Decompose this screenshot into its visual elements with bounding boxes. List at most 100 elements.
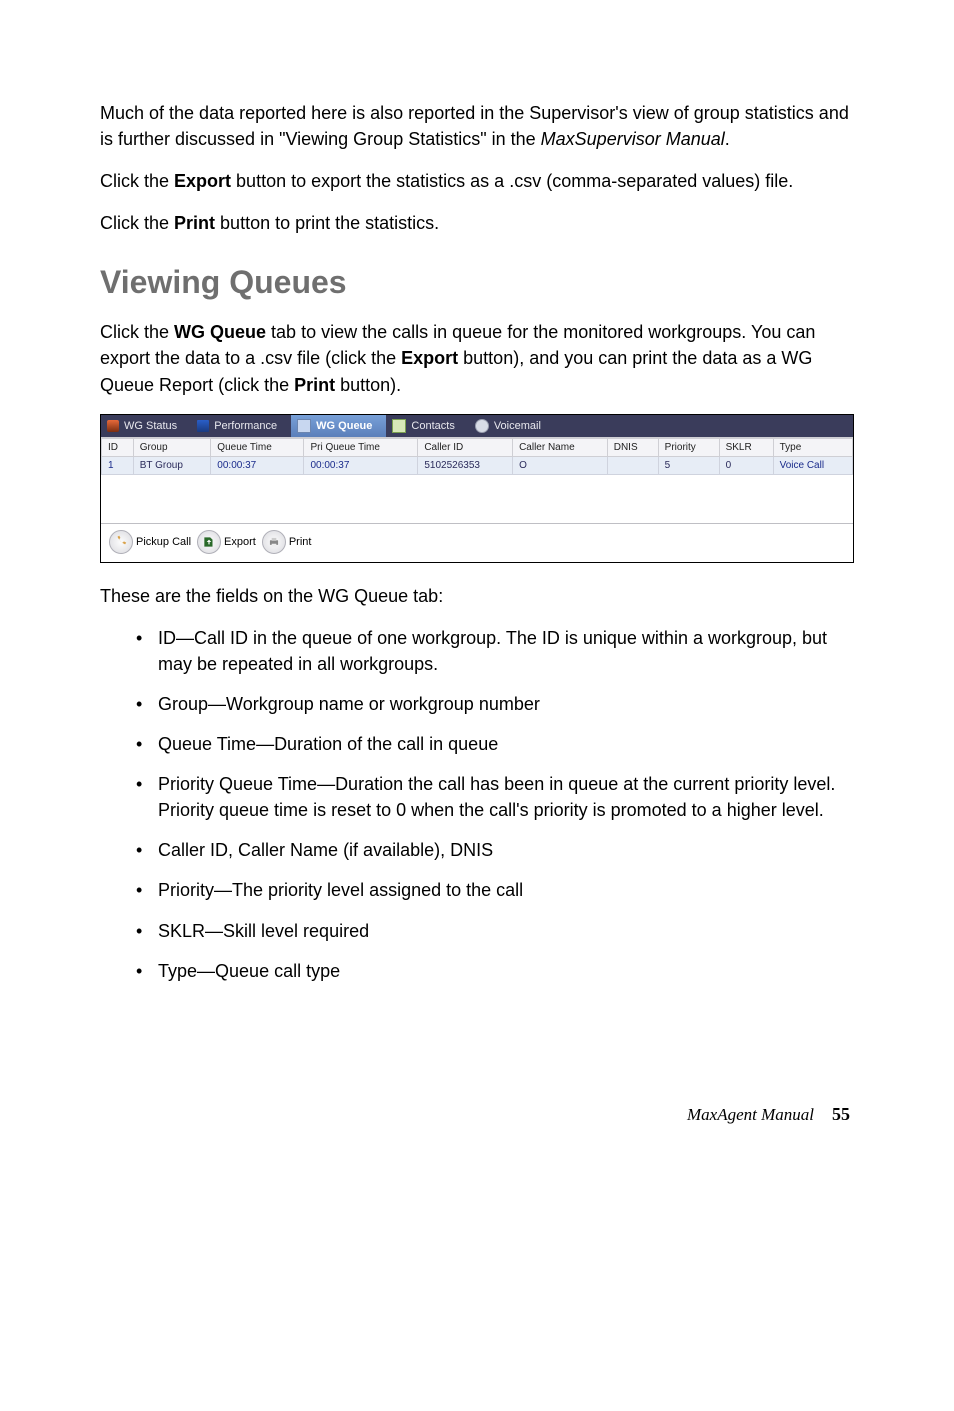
queue-icon	[297, 419, 311, 433]
cell-caller-id: 5102526353	[418, 456, 513, 474]
contacts-icon	[392, 419, 406, 433]
field-desc: —Call ID in the queue of one workgroup. …	[158, 628, 827, 674]
fields-list: ID—Call ID in the queue of one workgroup…	[100, 625, 854, 984]
export-icon	[197, 530, 221, 554]
text: Click the	[100, 171, 174, 191]
field-name: Priority	[158, 880, 214, 900]
field-name: Group	[158, 694, 208, 714]
table-empty-area	[101, 475, 853, 523]
list-item: Priority—The priority level assigned to …	[136, 877, 854, 903]
tab-voicemail[interactable]: Voicemail	[469, 415, 555, 437]
field-name: DNIS	[450, 840, 493, 860]
print-icon	[262, 530, 286, 554]
page-number: 55	[832, 1104, 850, 1125]
tab-wg-queue[interactable]: WG Queue	[291, 415, 386, 437]
queue-table: ID Group Queue Time Pri Queue Time Calle…	[101, 438, 853, 475]
col-type[interactable]: Type	[773, 438, 852, 456]
field-name: Queue Time	[158, 734, 256, 754]
tab-wg-status[interactable]: WG Status	[101, 415, 191, 437]
field-name: SKLR	[158, 921, 205, 941]
export-label: Export	[401, 348, 458, 368]
list-item: Queue Time—Duration of the call in queue	[136, 731, 854, 757]
field-name: Caller Name	[238, 840, 338, 860]
field-desc: —Workgroup name or workgroup number	[208, 694, 540, 714]
cell-pri-queue-time: 00:00:37	[304, 456, 418, 474]
text: Click the	[100, 322, 174, 342]
cell-id: 1	[102, 456, 134, 474]
col-id[interactable]: ID	[102, 438, 134, 456]
book-title: MaxAgent Manual	[687, 1105, 814, 1125]
button-label: Print	[289, 536, 312, 548]
intro-paragraph-3: Click the Print button to print the stat…	[100, 210, 854, 236]
wg-queue-screenshot: WG Status Performance WG Queue Contacts …	[100, 414, 854, 563]
col-pri-queue-time[interactable]: Pri Queue Time	[304, 438, 418, 456]
print-button[interactable]: Print	[262, 530, 312, 554]
tab-label: WG Queue	[316, 420, 372, 432]
wg-queue-label: WG Queue	[174, 322, 266, 342]
cell-caller-name: O	[513, 456, 608, 474]
text: .	[725, 129, 730, 149]
text: button to export the statistics as a .cs…	[231, 171, 793, 191]
col-queue-time[interactable]: Queue Time	[211, 438, 304, 456]
button-label: Pickup Call	[136, 536, 191, 548]
manual-name: MaxSupervisor Manual	[541, 129, 725, 149]
pickup-call-icon	[109, 530, 133, 554]
tab-label: Contacts	[411, 420, 454, 432]
cell-queue-time: 00:00:37	[211, 456, 304, 474]
col-caller-id[interactable]: Caller ID	[418, 438, 513, 456]
pickup-call-button[interactable]: Pickup Call	[109, 530, 191, 554]
tab-performance[interactable]: Performance	[191, 415, 291, 437]
toolbar: Pickup Call Export Print	[101, 523, 853, 562]
table-row[interactable]: 1 BT Group 00:00:37 00:00:37 5102526353 …	[102, 456, 853, 474]
tab-contacts[interactable]: Contacts	[386, 415, 468, 437]
print-label: Print	[174, 213, 215, 233]
list-item: ID—Call ID in the queue of one workgroup…	[136, 625, 854, 677]
col-sklr[interactable]: SKLR	[719, 438, 773, 456]
text: Much of the data reported here is also r…	[100, 103, 849, 149]
cell-sklr: 0	[719, 456, 773, 474]
tab-bar: WG Status Performance WG Queue Contacts …	[101, 415, 853, 437]
col-dnis[interactable]: DNIS	[607, 438, 658, 456]
intro-paragraph-2: Click the Export button to export the st…	[100, 168, 854, 194]
text: button to print the statistics.	[215, 213, 439, 233]
cell-dnis	[607, 456, 658, 474]
list-item: SKLR—Skill level required	[136, 918, 854, 944]
col-caller-name[interactable]: Caller Name	[513, 438, 608, 456]
field-name: Type	[158, 961, 197, 981]
export-label: Export	[174, 171, 231, 191]
list-item: Group—Workgroup name or workgroup number	[136, 691, 854, 717]
field-desc: —Queue call type	[197, 961, 340, 981]
text: button).	[335, 375, 401, 395]
tab-label: WG Status	[124, 420, 177, 432]
field-name: ID	[158, 628, 176, 648]
voicemail-icon	[475, 419, 489, 433]
section-title: Viewing Queues	[100, 264, 854, 301]
field-desc: —Skill level required	[205, 921, 369, 941]
list-item: Caller ID, Caller Name (if available), D…	[136, 837, 854, 863]
tab-label: Performance	[214, 420, 277, 432]
performance-icon	[197, 420, 209, 432]
intro-paragraph-1: Much of the data reported here is also r…	[100, 100, 854, 152]
cell-group: BT Group	[133, 456, 211, 474]
status-icon	[107, 420, 119, 432]
cell-type: Voice Call	[773, 456, 852, 474]
tab-label: Voicemail	[494, 420, 541, 432]
field-name: Priority Queue Time	[158, 774, 317, 794]
fields-intro: These are the fields on the WG Queue tab…	[100, 583, 854, 609]
col-group[interactable]: Group	[133, 438, 211, 456]
text: Click the	[100, 213, 174, 233]
page-footer: MaxAgent Manual 55	[100, 1104, 854, 1125]
table-header-row: ID Group Queue Time Pri Queue Time Calle…	[102, 438, 853, 456]
section-paragraph: Click the WG Queue tab to view the calls…	[100, 319, 854, 397]
cell-priority: 5	[658, 456, 719, 474]
button-label: Export	[224, 536, 256, 548]
list-item: Priority Queue Time—Duration the call ha…	[136, 771, 854, 823]
list-item: Type—Queue call type	[136, 958, 854, 984]
text: ,	[228, 840, 238, 860]
text: (if available),	[338, 840, 450, 860]
field-desc: —The priority level assigned to the call	[214, 880, 523, 900]
field-name: Caller ID	[158, 840, 228, 860]
print-label: Print	[294, 375, 335, 395]
col-priority[interactable]: Priority	[658, 438, 719, 456]
export-button[interactable]: Export	[197, 530, 256, 554]
